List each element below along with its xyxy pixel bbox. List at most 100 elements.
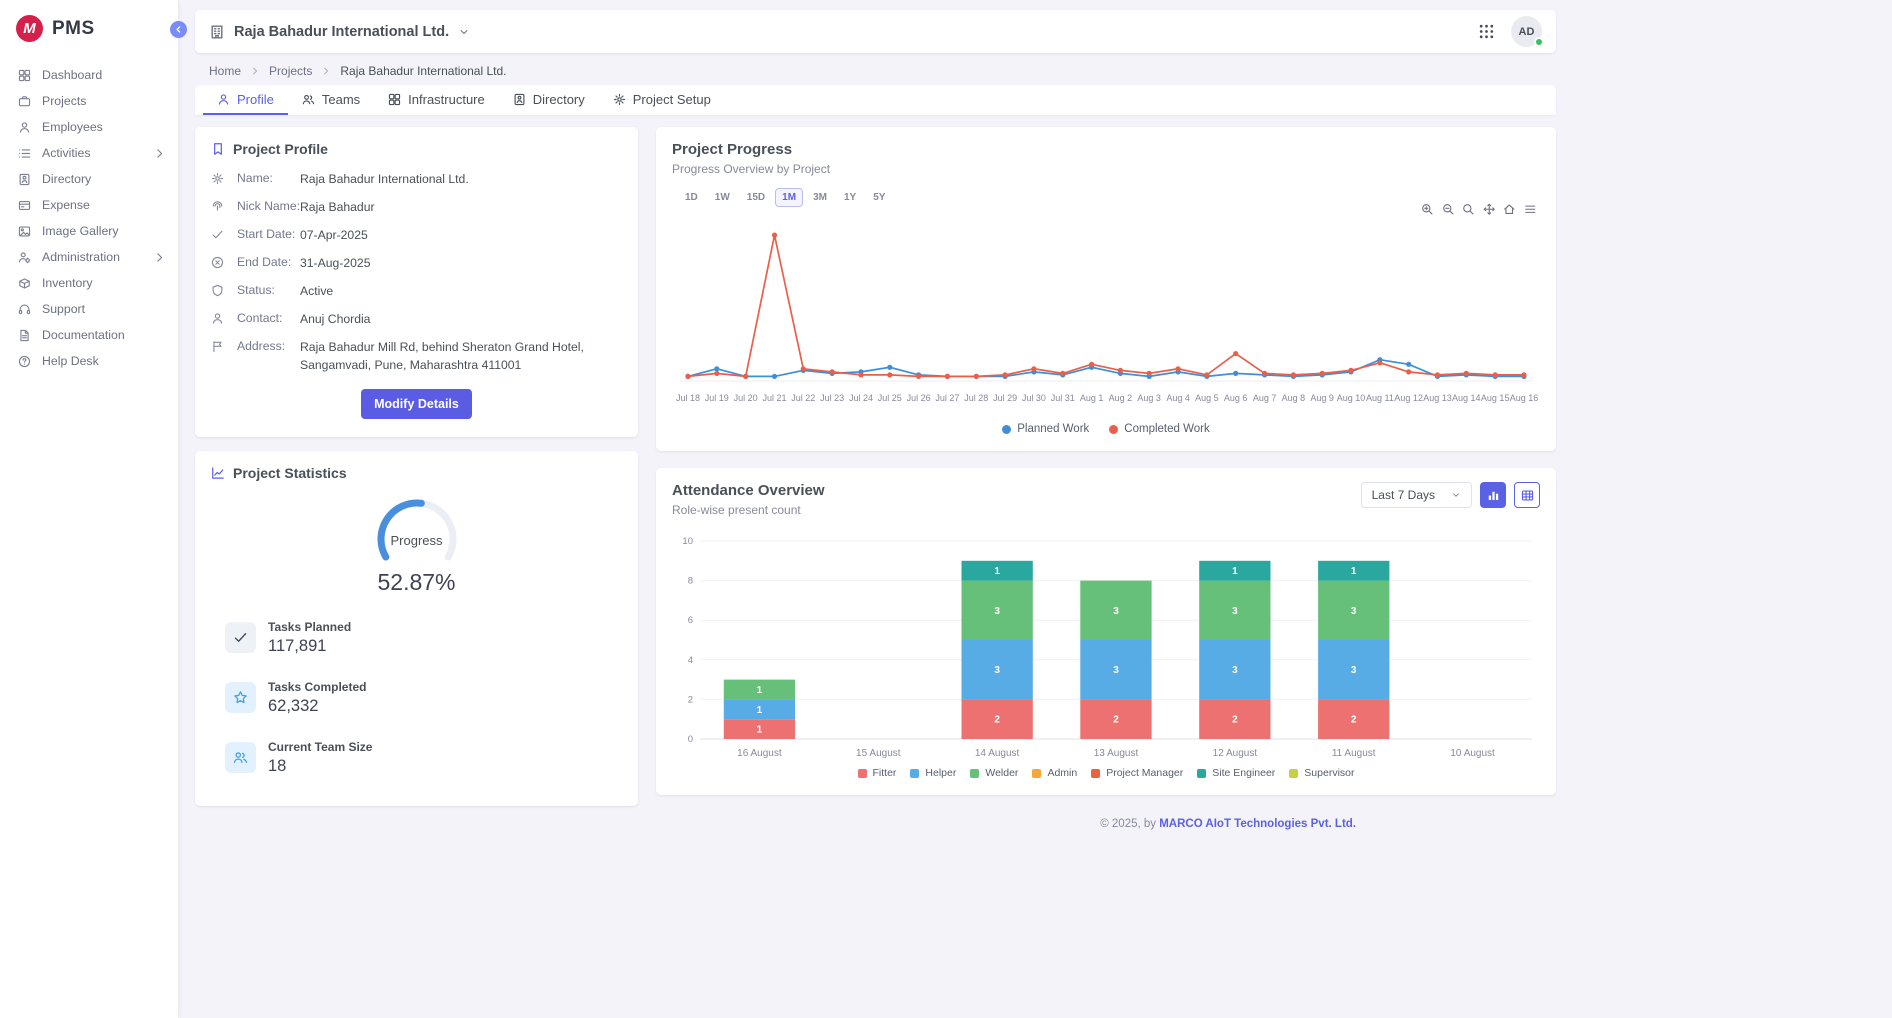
breadcrumb-item-home[interactable]: Home (209, 64, 241, 78)
zoomin-button[interactable] (1421, 203, 1434, 216)
range-button-3m[interactable]: 3M (806, 188, 834, 207)
sidebar-item-administration[interactable]: Administration (0, 244, 178, 270)
progress-line-chart[interactable]: Jul 18Jul 19Jul 20Jul 21Jul 22Jul 23Jul … (672, 217, 1540, 417)
chevdown-icon (458, 26, 470, 38)
progress-gauge-wrap: Progress (357, 497, 477, 577)
sidebar-item-support[interactable]: Support (0, 296, 178, 322)
sidebar-item-employees[interactable]: Employees (0, 114, 178, 140)
chevright-icon (153, 147, 166, 160)
people-icon (302, 93, 315, 106)
bookmark-icon (211, 142, 225, 156)
project-profile-card: Project Profile Name:Raja Bahadur Intern… (195, 127, 638, 437)
tab-label: Infrastructure (408, 92, 485, 107)
days-filter-select[interactable]: Last 7 Days (1361, 482, 1472, 508)
sidebar-item-activities[interactable]: Activities (0, 140, 178, 166)
topbar: Raja Bahadur International Ltd. AD (195, 10, 1556, 53)
attendance-subtitle: Role-wise present count (672, 503, 825, 517)
bar-view-toggle[interactable] (1480, 482, 1506, 508)
svg-text:Aug 13: Aug 13 (1423, 393, 1452, 403)
field-value: 31-Aug-2025 (300, 255, 622, 272)
svg-text:1: 1 (994, 566, 1000, 577)
tab-directory[interactable]: Directory (499, 85, 599, 115)
tab-profile[interactable]: Profile (203, 85, 288, 115)
xcircle-icon (211, 256, 224, 269)
range-button-15d[interactable]: 15D (740, 188, 772, 207)
gear-icon (211, 172, 224, 185)
gear-icon (613, 93, 626, 106)
sidebar-item-dashboard[interactable]: Dashboard (0, 62, 178, 88)
zoomout-button[interactable] (1442, 203, 1455, 216)
range-button-5y[interactable]: 5Y (866, 188, 892, 207)
modify-details-button[interactable]: Modify Details (361, 389, 472, 419)
project-statistics-card: Project Statistics Progress 52.87% Tasks… (195, 451, 638, 806)
sidebar-item-image-gallery[interactable]: Image Gallery (0, 218, 178, 244)
range-button-1w[interactable]: 1W (708, 188, 737, 207)
table-view-toggle[interactable] (1514, 482, 1540, 508)
attendance-bar-chart[interactable]: 024681011116 August15 August233114 Augus… (672, 531, 1540, 763)
stat-label: Tasks Planned (268, 620, 351, 634)
home-icon (1503, 203, 1516, 216)
sidebar-item-inventory[interactable]: Inventory (0, 270, 178, 296)
sidebar-item-documentation[interactable]: Documentation (0, 322, 178, 348)
svg-text:Aug 7: Aug 7 (1253, 393, 1277, 403)
sidebar-item-directory[interactable]: Directory (0, 166, 178, 192)
range-button-1y[interactable]: 1Y (837, 188, 863, 207)
magnifier-icon (1462, 203, 1475, 216)
chevright-icon (250, 66, 260, 76)
legend-item-helper[interactable]: Helper (910, 767, 956, 779)
sidebar-item-help-desk[interactable]: Help Desk (0, 348, 178, 374)
legend-item-completed-work[interactable]: Completed Work (1109, 423, 1209, 435)
legend-item-admin[interactable]: Admin (1032, 767, 1077, 779)
legend-item-site-engineer[interactable]: Site Engineer (1197, 767, 1275, 779)
svg-text:Aug 4: Aug 4 (1166, 393, 1190, 403)
grid4-icon (18, 69, 31, 82)
bar-legend: Fitter Helper Welder Admin Project Manager Si… (672, 763, 1540, 789)
field-value: Raja Bahadur (300, 199, 622, 216)
legend-item-planned-work[interactable]: Planned Work (1002, 423, 1089, 435)
app-logo[interactable]: M PMS (0, 0, 178, 62)
home-button[interactable] (1503, 203, 1516, 216)
sidebar-item-projects[interactable]: Projects (0, 88, 178, 114)
progress-chart-title: Project Progress (672, 141, 1540, 158)
pan-button[interactable] (1483, 203, 1496, 216)
days-filter-value: Last 7 Days (1372, 488, 1435, 502)
stat-text: Current Team Size18 (268, 740, 372, 776)
apps-icon (1478, 23, 1495, 40)
svg-text:10 August: 10 August (1450, 748, 1495, 759)
field-label: Address: (237, 339, 300, 353)
stat-icon-box (225, 742, 256, 773)
legend-item-supervisor[interactable]: Supervisor (1289, 767, 1354, 779)
range-button-1m[interactable]: 1M (775, 188, 803, 207)
topbar-right: AD (1478, 16, 1542, 47)
tab-label: Teams (322, 92, 360, 107)
svg-text:3: 3 (1113, 606, 1119, 617)
legend-item-fitter[interactable]: Fitter (858, 767, 897, 779)
breadcrumb-item-projects[interactable]: Projects (269, 64, 312, 78)
right-column: Project Progress Progress Overview by Pr… (656, 127, 1556, 795)
apps-grid-button[interactable] (1478, 23, 1495, 40)
sidebar-item-expense[interactable]: Expense (0, 192, 178, 218)
legend-item-project-manager[interactable]: Project Manager (1091, 767, 1183, 779)
field-value: 07-Apr-2025 (300, 227, 622, 244)
user-avatar[interactable]: AD (1511, 16, 1542, 47)
svg-text:11 August: 11 August (1332, 748, 1376, 759)
tab-project-setup[interactable]: Project Setup (599, 85, 725, 115)
legend-swatch (1197, 769, 1206, 778)
logo-icon: M (16, 15, 43, 42)
magnifier-button[interactable] (1462, 203, 1475, 216)
legend-swatch (970, 769, 979, 778)
project-selector[interactable]: Raja Bahadur International Ltd. (209, 24, 470, 40)
menu-button[interactable] (1524, 203, 1537, 216)
field-value: Active (300, 283, 622, 300)
sidebar-item-label: Employees (42, 120, 103, 134)
svg-text:Aug 3: Aug 3 (1137, 393, 1161, 403)
legend-swatch (858, 769, 867, 778)
legend-item-welder[interactable]: Welder (970, 767, 1018, 779)
tab-teams[interactable]: Teams (288, 85, 374, 115)
sidebar-collapse-button[interactable] (170, 21, 187, 38)
tab-infrastructure[interactable]: Infrastructure (374, 85, 499, 115)
company-link[interactable]: MARCO AIoT Technologies Pvt. Ltd. (1159, 818, 1356, 830)
svg-text:2: 2 (1351, 715, 1357, 726)
svg-text:Aug 11: Aug 11 (1366, 393, 1394, 403)
range-button-1d[interactable]: 1D (678, 188, 705, 207)
